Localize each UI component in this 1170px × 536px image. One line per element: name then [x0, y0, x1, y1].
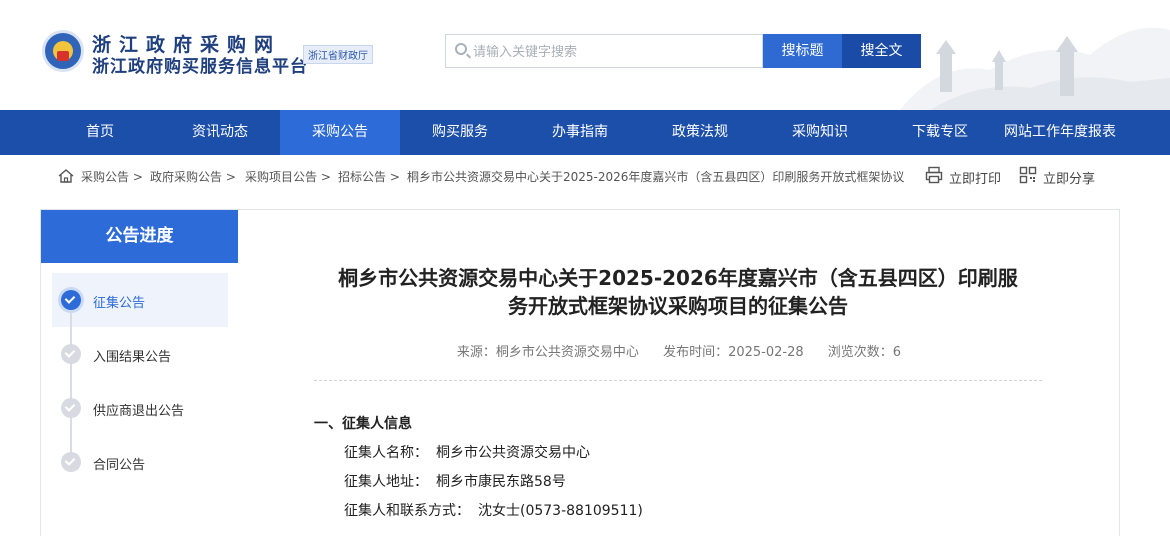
nav-knowledge[interactable]: 采购知识: [760, 110, 880, 155]
nav-news[interactable]: 资讯动态: [160, 110, 280, 155]
search-box: [445, 34, 763, 68]
nav-annual-report[interactable]: 网站工作年度报表: [995, 110, 1125, 155]
step-pending-icon: [61, 344, 81, 364]
article-meta: 来源：桐乡市公共资源交易中心 发布时间：2025-02-28 浏览次数：6: [238, 341, 1120, 360]
nav-purchase-services[interactable]: 购买服务: [400, 110, 520, 155]
field-value: 桐乡市康民东路58号: [436, 474, 566, 490]
article-date: 发布时间：2025-02-28: [663, 345, 804, 360]
step-contract-notice[interactable]: 合同公告: [93, 454, 145, 473]
step-pending-icon: [61, 398, 81, 418]
breadcrumb-item[interactable]: 采购项目公告 >: [245, 168, 331, 185]
field-value: 桐乡市公共资源交易中心: [436, 445, 590, 461]
nav-procurement-notices[interactable]: 采购公告: [280, 110, 400, 155]
print-icon[interactable]: [925, 166, 943, 184]
field-collector-name: 征集人名称： 桐乡市公共资源交易中心: [344, 442, 590, 462]
breadcrumb-current: 桐乡市公共资源交易中心关于2025-2026年度嘉兴市（含五县四区）印刷服务开放…: [407, 170, 905, 184]
check-icon: [64, 347, 76, 358]
article-views: 浏览次数：6: [827, 345, 902, 360]
divider: [314, 380, 1042, 381]
article-source: 来源：桐乡市公共资源交易中心: [456, 345, 639, 360]
step-shortlist-result[interactable]: 入围结果公告: [93, 346, 171, 365]
site-header: 浙江政府采购网 浙江政府购买服务信息平台 浙江省财政厅 搜标题 搜全文: [0, 0, 1170, 110]
step-supplier-exit[interactable]: 供应商退出公告: [93, 400, 184, 419]
search-icon: [455, 43, 467, 55]
field-value: 沈女士(0573-88109511): [478, 503, 643, 519]
logo-emblem: [57, 51, 69, 61]
article-panel: 桐乡市公共资源交易中心关于2025-2026年度嘉兴市（含五县四区）印刷服 务开…: [238, 209, 1120, 536]
field-label: 征集人地址：: [344, 474, 428, 490]
breadcrumb-item[interactable]: 政府采购公告 >: [150, 168, 236, 185]
share-button[interactable]: 立即分享: [1043, 168, 1095, 187]
main-nav: 首页 资讯动态 采购公告 购买服务 办事指南 政策法规 采购知识 下载专区 网站…: [0, 110, 1170, 155]
progress-title: 公告进度: [41, 210, 238, 263]
breadcrumb-item[interactable]: 招标公告 >: [338, 168, 400, 185]
breadcrumb-item[interactable]: 采购公告 >: [81, 168, 143, 185]
step-collection-notice[interactable]: 征集公告: [93, 292, 145, 311]
nav-downloads[interactable]: 下载专区: [880, 110, 1000, 155]
nav-guide[interactable]: 办事指南: [520, 110, 640, 155]
progress-line: [70, 310, 72, 460]
step-done-icon: [61, 290, 81, 310]
check-icon: [64, 401, 76, 412]
site-badge: 浙江省财政厅: [303, 45, 373, 64]
field-collector-contact: 征集人和联系方式： 沈女士(0573-88109511): [344, 500, 643, 520]
field-label: 征集人名称：: [344, 445, 428, 461]
section-heading: 一、征集人信息: [314, 416, 412, 432]
field-label: 征集人和联系方式：: [344, 503, 470, 519]
nav-policy[interactable]: 政策法规: [640, 110, 760, 155]
site-logo[interactable]: [42, 30, 84, 72]
landscape-decoration: [900, 27, 1170, 110]
article-title-line: 桐乡市公共资源交易中心关于2025-2026年度嘉兴市（含五县四区）印刷服: [338, 266, 1018, 290]
site-subtitle: 浙江政府购买服务信息平台: [92, 57, 308, 77]
step-pending-icon: [61, 452, 81, 472]
check-icon: [64, 455, 76, 466]
notice-progress-panel: 公告进度 征集公告 入围结果公告 供应商退出公告 合同公告: [40, 209, 239, 536]
search-input[interactable]: [473, 35, 758, 67]
article-title-line: 务开放式框架协议采购项目的征集公告: [508, 294, 848, 318]
article-title: 桐乡市公共资源交易中心关于2025-2026年度嘉兴市（含五县四区）印刷服 务开…: [308, 264, 1048, 320]
field-collector-address: 征集人地址： 桐乡市康民东路58号: [344, 471, 566, 491]
check-icon: [64, 293, 76, 304]
qr-share-icon[interactable]: [1019, 166, 1037, 184]
print-button[interactable]: 立即打印: [949, 168, 1001, 187]
search-title-button[interactable]: 搜标题: [763, 34, 842, 68]
nav-home[interactable]: 首页: [40, 110, 160, 155]
home-icon[interactable]: [58, 168, 74, 184]
